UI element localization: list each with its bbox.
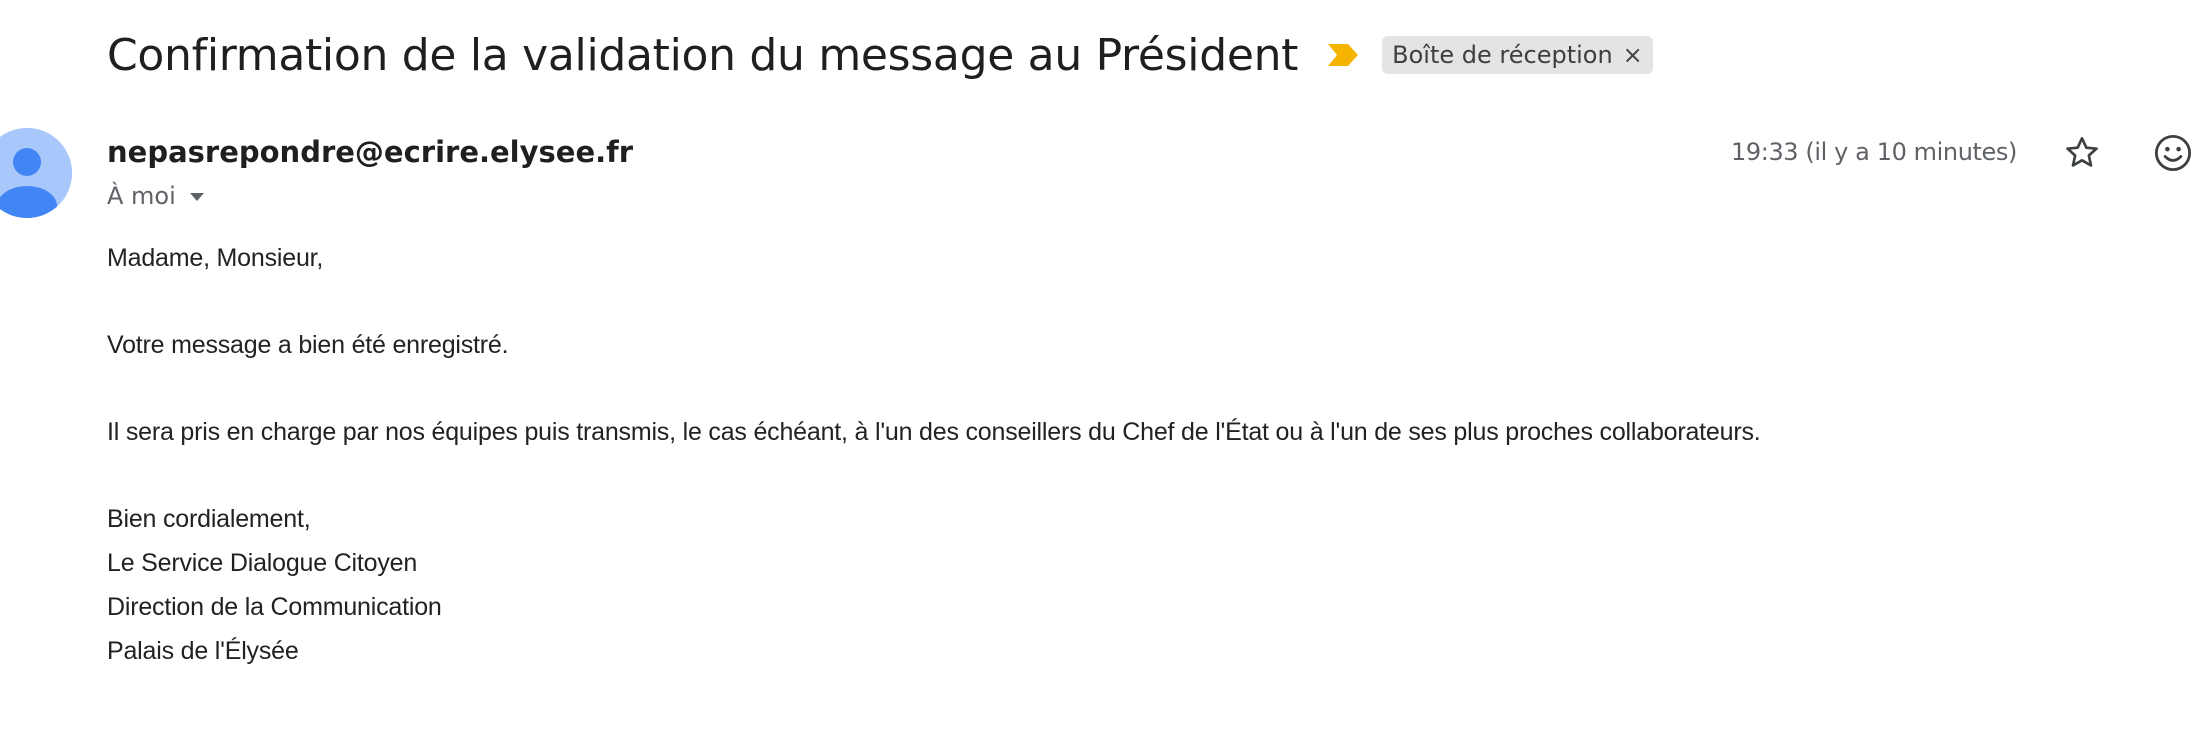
emoji-icon	[2152, 134, 2194, 178]
inbox-label-chip[interactable]: Boîte de réception ×	[1382, 36, 1653, 74]
signature-line: Bien cordialement,	[107, 505, 311, 533]
person-icon	[0, 128, 72, 218]
subject-row: Confirmation de la validation du message…	[107, 22, 1653, 88]
signature-line: Palais de l'Élysée	[107, 637, 299, 665]
star-button[interactable]	[2062, 133, 2102, 173]
avatar[interactable]	[0, 128, 72, 218]
body-greeting: Madame, Monsieur,	[107, 244, 324, 272]
signature-line: Le Service Dialogue Citoyen	[107, 549, 418, 577]
star-icon	[2062, 137, 2102, 177]
recipient-details-toggle[interactable]: À moi	[107, 182, 204, 210]
signature-line: Direction de la Communication	[107, 593, 442, 621]
add-reaction-button[interactable]	[2152, 132, 2194, 174]
body-paragraph: Il sera pris en charge par nos équipes p…	[107, 418, 1761, 446]
recipient-label: À moi	[107, 182, 176, 210]
remove-label-button[interactable]: ×	[1623, 41, 1643, 69]
caret-down-icon	[189, 193, 204, 201]
email-timestamp: 19:33 (il y a 10 minutes)	[1731, 138, 2017, 166]
inbox-label-text: Boîte de réception	[1392, 41, 1613, 69]
importance-marker-icon[interactable]	[1326, 42, 1360, 68]
sender-email[interactable]: nepasrepondre@ecrire.elysee.fr	[107, 135, 633, 169]
body-paragraph: Votre message a bien été enregistré.	[107, 331, 509, 359]
email-subject: Confirmation de la validation du message…	[107, 29, 1299, 81]
